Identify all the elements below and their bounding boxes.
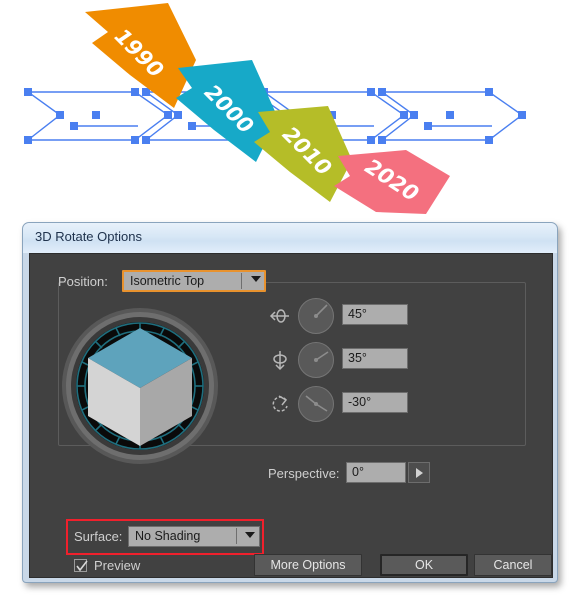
ribbon-arrow-2020[interactable]: 2020: [334, 150, 450, 214]
preview-label: Preview: [94, 558, 141, 573]
surface-label: Surface:: [74, 529, 123, 544]
rotate-z-input[interactable]: -30°: [342, 392, 408, 413]
dialog-titlebar[interactable]: 3D Rotate Options: [23, 223, 557, 253]
surface-select-divider: [236, 528, 237, 544]
rotation-cube-widget[interactable]: [60, 306, 220, 471]
rotate-y-axis-icon: [273, 351, 287, 371]
dialog-title: 3D Rotate Options: [35, 229, 142, 244]
rotate-y-input[interactable]: 35°: [342, 348, 408, 369]
rotate-x-axis-icon: [269, 309, 289, 323]
perspective-popup-button[interactable]: [408, 462, 430, 483]
perspective-label: Perspective:: [268, 466, 340, 481]
dialog-body: Position: Isometric Top 45° 35° -30° Per…: [29, 253, 553, 578]
illustrator-artboard[interactable]: 1990 2000 2010 2020: [0, 0, 580, 230]
preview-checkbox[interactable]: [74, 559, 88, 572]
artboard-canvas: 1990 2000 2010 2020: [24, 3, 526, 214]
perspective-input[interactable]: 0°: [346, 462, 406, 483]
rotate-x-dial[interactable]: [298, 298, 334, 334]
chevron-down-icon: [251, 276, 261, 282]
surface-select[interactable]: No Shading: [128, 526, 260, 547]
position-select-divider: [241, 273, 242, 289]
rotate-y-dial[interactable]: [298, 342, 334, 378]
check-icon: [76, 560, 88, 572]
perspective-value: 0°: [352, 465, 364, 479]
screenshot-root: 1990 2000 2010 2020 3D Rotate Options Po…: [0, 0, 580, 597]
rotate-z-axis-icon: [272, 395, 288, 412]
rotate-y-dial-needle: [314, 351, 329, 362]
rotate-z-dial-needle: [305, 395, 328, 412]
more-options-button[interactable]: More Options: [254, 554, 362, 576]
rotate-z-value: -30°: [348, 395, 372, 409]
ok-button[interactable]: OK: [380, 554, 468, 576]
rotate-x-dial-needle: [314, 304, 328, 318]
triangle-right-icon: [416, 468, 423, 478]
position-select[interactable]: Isometric Top: [122, 270, 266, 292]
rotate-z-dial[interactable]: [298, 386, 334, 422]
cancel-button[interactable]: Cancel: [474, 554, 552, 576]
rotate-x-input[interactable]: 45°: [342, 304, 408, 325]
cube-svg[interactable]: [60, 306, 220, 466]
position-row: Position: Isometric Top: [50, 270, 534, 296]
surface-select-value: No Shading: [135, 529, 201, 543]
position-label: Position:: [58, 274, 108, 289]
position-select-value: Isometric Top: [130, 274, 205, 288]
rotate-y-value: 35°: [348, 351, 367, 365]
rotate-x-value: 45°: [348, 307, 367, 321]
chevron-down-icon: [245, 532, 255, 538]
3d-rotate-options-dialog[interactable]: 3D Rotate Options Position: Isometric To…: [22, 222, 558, 583]
